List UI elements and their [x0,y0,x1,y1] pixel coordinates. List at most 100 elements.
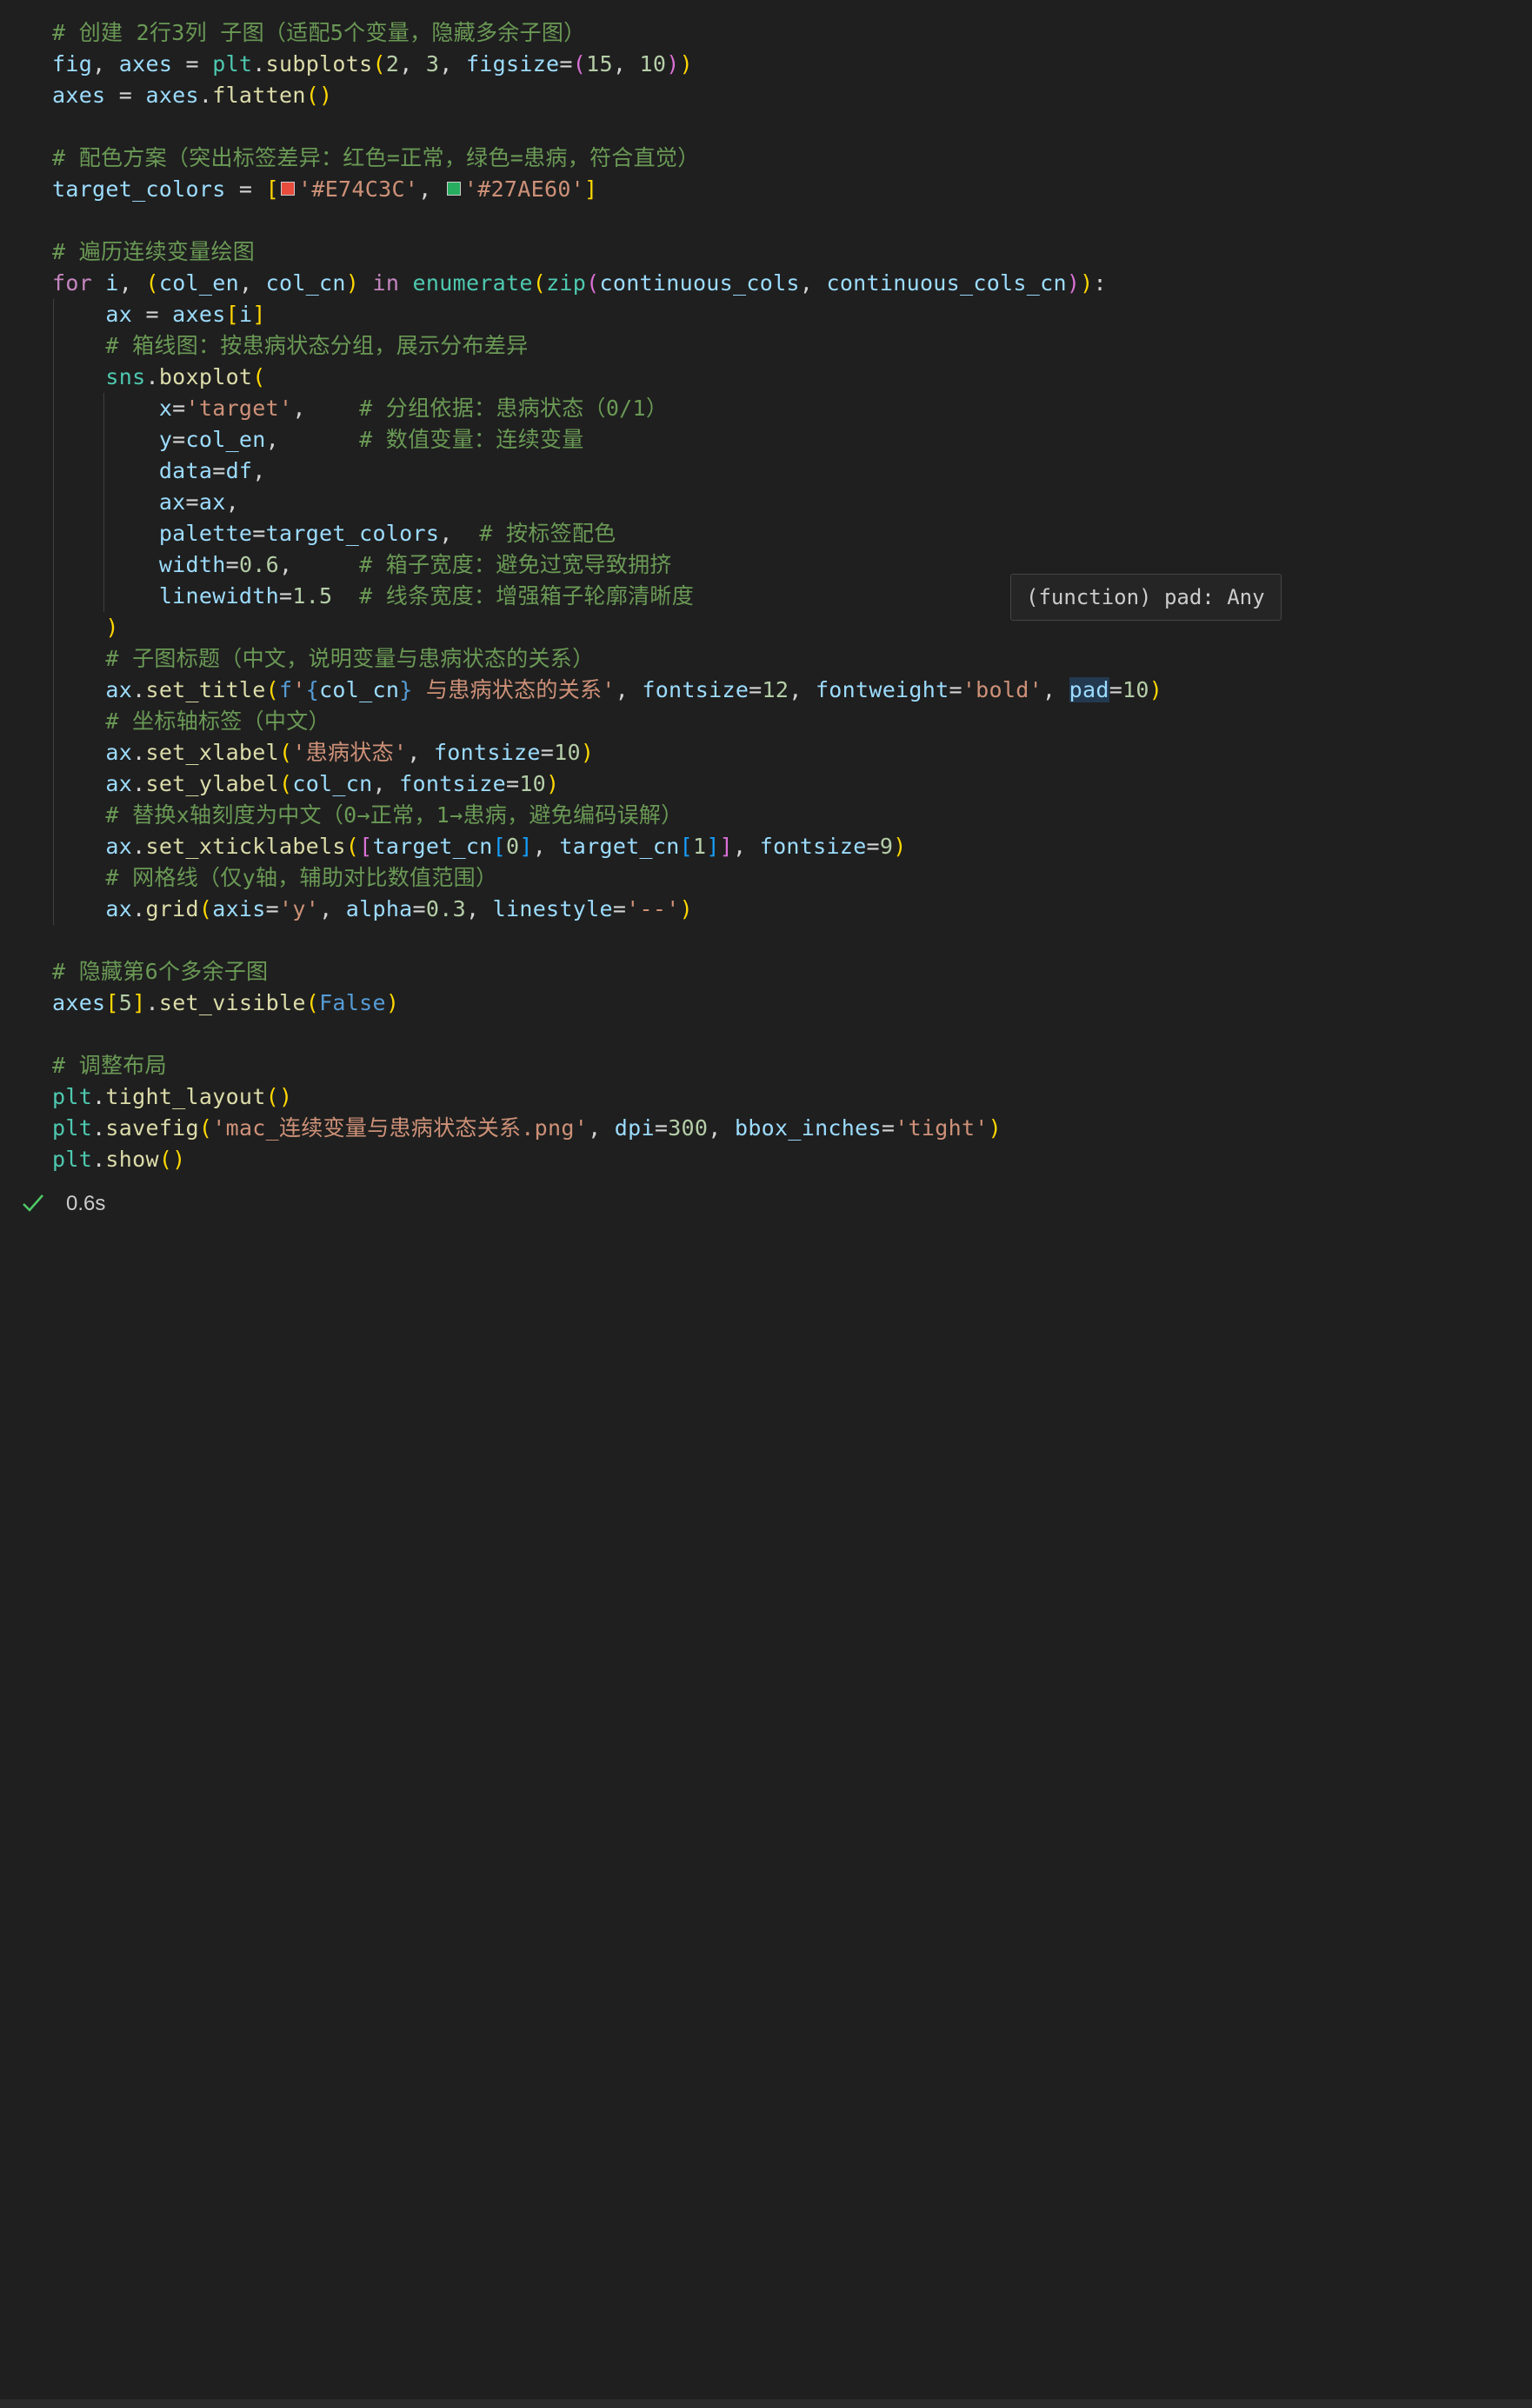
color-swatch[interactable] [446,182,461,196]
code-line[interactable]: axes[5].set_visible(False) [52,988,399,1019]
code-token: ) [893,834,907,859]
code-line[interactable]: target_colors = ['#E74C3C', '#27AE60'] [52,174,597,205]
code-token: ] [519,834,533,859]
code-token: , [615,677,643,702]
code-line[interactable]: ax = axes[i] [52,299,266,330]
code-token: [ [679,834,693,859]
code-line[interactable]: plt.show() [52,1144,186,1175]
code-token: 1 [692,834,707,859]
code-line[interactable]: ) [52,612,119,643]
code-editor[interactable]: # 创建 2行3列 子图（适配5个变量，隐藏多余子图） fig, axes = p… [0,0,1532,1191]
code-token: ) [1080,270,1094,296]
code-line[interactable]: plt.savefig('mac_连续变量与患病状态关系.png', dpi=3… [52,1113,1002,1144]
code-token: 0.6 [238,552,279,577]
code-line[interactable]: data=df, [52,456,266,487]
code-token: ) [1149,677,1163,702]
code-line[interactable]: ax.grid(axis='y', alpha=0.3, linestyle='… [52,894,693,925]
code-token: 10 [1122,677,1149,702]
code-token: , [372,771,400,796]
code-token: enumerate [412,270,533,296]
code-token: set_visible [158,990,306,1015]
code-token: plt [52,1084,93,1109]
code-token: , [238,270,266,296]
code-line[interactable]: axes = axes.flatten() [52,80,332,111]
code-line[interactable]: # 遍历连续变量绘图 [52,236,255,268]
code-token: , [439,521,480,546]
code-token: pad [1069,677,1109,702]
code-line[interactable]: x='target', # 分组依据：患病状态（0/1） [52,393,668,424]
code-line[interactable]: # 网格线（仅y轴，辅助对比数值范围） [52,862,497,894]
code-line[interactable]: linewidth=1.5 # 线条宽度：增强箱子轮廓清晰度 [52,581,694,612]
code-line[interactable]: # 创建 2行3列 子图（适配5个变量，隐藏多余子图） [52,17,585,49]
code-token: ] [706,834,720,859]
code-line[interactable]: ax.set_xticklabels([target_cn[0], target… [52,831,907,862]
code-token: continuous_cols [599,270,800,296]
code-token: : [1093,270,1107,296]
code-token: , [733,834,760,859]
code-line[interactable]: ax=ax, [52,487,239,518]
code-token: () [265,1084,293,1109]
code-line[interactable]: sns.boxplot( [52,362,266,393]
code-token: # 替换x轴刻度为中文（0→正常，1→患病，避免编码误解） [105,802,683,828]
code-token: y [158,427,173,452]
code-token: = [252,521,266,546]
code-token: fontsize [433,740,541,765]
code-token: # 隐藏第6个多余子图 [52,959,269,984]
code-token: . [132,677,146,702]
code-line[interactable]: ax.set_ylabel(col_cn, fontsize=10) [52,768,559,800]
code-token: . [198,83,213,108]
code-line[interactable]: # 箱线图：按患病状态分组，展示分布差异 [52,330,529,362]
code-line[interactable]: ax.set_title(f'{col_cn} 与患病状态的关系', fonts… [52,675,1162,706]
code-line[interactable]: fig, axes = plt.subplots(2, 3, figsize=(… [52,49,693,80]
code-token: ax [105,771,133,796]
code-token: ) [105,615,119,640]
code-line[interactable]: # 子图标题（中文，说明变量与患病状态的关系） [52,643,594,675]
code-token: set_ylabel [145,771,279,796]
code-line[interactable]: # 坐标轴标签（中文） [52,706,330,737]
code-token: = [505,771,520,796]
code-token: [ [105,990,119,1015]
code-token: ) [1066,270,1081,296]
code-line[interactable]: # 配色方案（突出标签差异：红色=正常，绿色=患病，符合直觉） [52,143,700,174]
code-token: ) [580,740,595,765]
code-line[interactable]: # 隐藏第6个多余子图 [52,956,268,988]
code-token: # 线条宽度：增强箱子轮廓清晰度 [359,583,695,609]
code-token: target_cn [559,834,680,859]
code-token: fontweight [815,677,949,702]
code-token: 2 [385,51,400,76]
code-token: ) [666,51,680,76]
code-token: for [52,270,93,296]
code-token: # 创建 2行3列 子图（适配5个变量，隐藏多余子图） [52,20,586,45]
code-line[interactable]: y=col_en, # 数值变量：连续变量 [52,424,584,456]
code-token: axes [118,51,173,76]
code-line[interactable]: # 调整布局 [52,1050,167,1081]
code-token: = [225,552,239,577]
code-token: , [588,1115,615,1141]
code-token: linewidth [158,583,279,609]
code-line[interactable]: ax.set_xlabel('患病状态', fontsize=10) [52,737,594,768]
code-token: 0 [506,834,520,859]
code-token: [ [225,302,239,327]
code-token: = [412,896,426,921]
code-token: f [279,677,293,702]
code-line[interactable]: plt.tight_layout() [52,1081,292,1113]
code-token: # 遍历连续变量绘图 [52,239,256,264]
code-token: linestyle [492,896,613,921]
code-token: [ [359,834,373,859]
code-token: # 数值变量：连续变量 [359,427,584,452]
code-line[interactable]: for i, (col_en, col_cn) in enumerate(zip… [52,268,1107,299]
code-line[interactable]: width=0.6, # 箱子宽度：避免过宽导致拥挤 [52,549,672,581]
code-line[interactable]: palette=target_colors, # 按标签配色 [52,518,616,549]
code-token: , [279,552,360,577]
color-swatch[interactable] [281,182,295,196]
check-icon [23,1194,43,1212]
code-line[interactable]: # 替换x轴刻度为中文（0→正常，1→患病，避免编码误解） [52,800,683,831]
code-token: # 箱子宽度：避免过宽导致拥挤 [359,552,672,577]
code-token: [ [265,176,279,202]
